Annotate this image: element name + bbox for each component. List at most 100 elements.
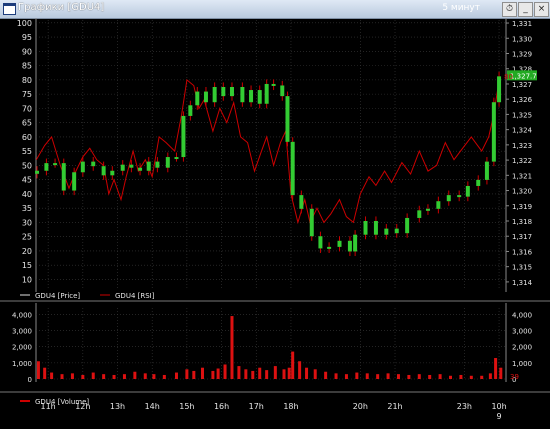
left-tick-label: 20: [22, 247, 32, 256]
right-tick-label: 1,323: [512, 142, 532, 150]
right-tick-label: 1,321: [512, 172, 532, 180]
price-candle: [405, 217, 410, 234]
price-candle: [203, 91, 208, 103]
window-title: Графики [GDU4]: [18, 2, 105, 13]
volume-bar: [60, 374, 64, 379]
price-candle: [146, 161, 151, 171]
volume-right-tick-label: 1,000: [512, 360, 532, 368]
minimize-icon[interactable]: _: [518, 2, 533, 17]
price-candle: [264, 83, 269, 104]
volume-bar: [50, 372, 54, 379]
legend-rsi-label: GDU4 [RSI]: [115, 292, 155, 300]
volume-bar: [162, 374, 166, 379]
volume-bar: [469, 375, 473, 379]
volume-bar: [244, 369, 248, 379]
volume-bar: [237, 366, 241, 379]
price-candle: [240, 87, 245, 103]
price-candle: [309, 208, 314, 237]
volume-bar: [365, 373, 369, 379]
volume-bar: [200, 367, 204, 379]
volume-bar: [494, 358, 498, 379]
volume-bar: [459, 374, 463, 379]
volume-bar: [449, 375, 453, 379]
right-tick-label: 1,324: [512, 127, 533, 135]
left-tick-label: 65: [22, 119, 32, 128]
time-tick-label: 16h: [214, 402, 229, 411]
volume-bar: [355, 372, 359, 379]
volume-bar: [133, 371, 137, 379]
time-tick-label: 23h: [457, 402, 472, 411]
price-candle: [318, 236, 323, 249]
left-tick-label: 95: [22, 33, 32, 42]
volume-bar: [273, 366, 277, 379]
price-candle: [80, 161, 85, 173]
right-tick-label: 1,316: [512, 248, 533, 256]
volume-bar: [499, 367, 503, 379]
price-candle: [484, 161, 489, 180]
rsi-tag-label: 80: [504, 73, 513, 81]
left-tick-label: 55: [22, 147, 32, 156]
right-tick-label: 1,320: [512, 188, 532, 196]
price-candle: [353, 234, 358, 252]
chart-canvas[interactable]: 1015202530354045505560657075808590951001…: [0, 18, 550, 429]
volume-tag-label: 39: [510, 373, 519, 381]
time-tick-label: 13h: [110, 402, 125, 411]
left-tick-label: 75: [22, 90, 32, 99]
volume-bar: [70, 373, 74, 379]
volume-bar: [265, 370, 269, 379]
price-candle: [212, 87, 217, 103]
price-candle: [174, 157, 179, 160]
price-candle: [280, 85, 285, 97]
price-candle: [299, 195, 304, 209]
left-tick-label: 25: [22, 233, 32, 242]
volume-bar: [282, 369, 286, 379]
price-candle: [91, 161, 96, 167]
right-tick-label: 1,330: [512, 35, 532, 43]
price-candle: [257, 90, 262, 104]
price-candle: [35, 170, 40, 174]
left-tick-label: 10: [22, 275, 32, 284]
volume-bar: [185, 369, 189, 379]
price-candle: [229, 87, 234, 97]
time-tick-label: 12h: [75, 402, 90, 411]
close-icon[interactable]: ×: [534, 2, 549, 17]
time-tick-label: 14h: [145, 402, 160, 411]
price-candle: [249, 90, 254, 103]
day-label: 9: [497, 412, 502, 421]
price-candle: [221, 87, 226, 97]
price-candle: [110, 170, 115, 176]
title-bar[interactable]: Графики [GDU4] 5 минут ⏱ _ ×: [0, 0, 550, 19]
left-tick-label: 90: [22, 47, 32, 56]
volume-bar: [192, 370, 196, 379]
price-candle: [165, 157, 170, 168]
price-candle: [138, 167, 143, 171]
volume-bar: [386, 373, 390, 379]
volume-bar: [143, 373, 147, 379]
timeframe-icon[interactable]: ⏱: [502, 2, 517, 17]
window-icon: [3, 3, 16, 15]
price-candle: [337, 240, 342, 247]
price-candle: [497, 76, 502, 103]
volume-bar: [91, 372, 95, 379]
left-tick-label: 30: [22, 218, 32, 227]
volume-bar: [428, 374, 432, 379]
price-candle: [101, 166, 106, 176]
left-tick-label: 80: [22, 76, 32, 85]
volume-left-tick-label: 4,000: [12, 311, 32, 319]
volume-bar: [174, 372, 178, 379]
volume-bar: [216, 368, 220, 379]
price-candle: [188, 105, 193, 116]
price-candle: [120, 164, 125, 171]
volume-left-tick-label: 1,000: [12, 360, 32, 368]
left-tick-label: 35: [22, 204, 32, 213]
volume-bar: [251, 370, 255, 379]
price-candle: [290, 141, 295, 196]
time-tick-label: 18h: [283, 402, 298, 411]
volume-left-tick-label: 3,000: [12, 328, 32, 336]
left-tick-label: 70: [22, 104, 32, 113]
volume-bar: [112, 374, 116, 379]
right-tick-label: 1,315: [512, 264, 532, 272]
volume-bar: [43, 367, 47, 379]
volume-bar: [122, 374, 126, 379]
time-tick-label: 17h: [249, 402, 264, 411]
